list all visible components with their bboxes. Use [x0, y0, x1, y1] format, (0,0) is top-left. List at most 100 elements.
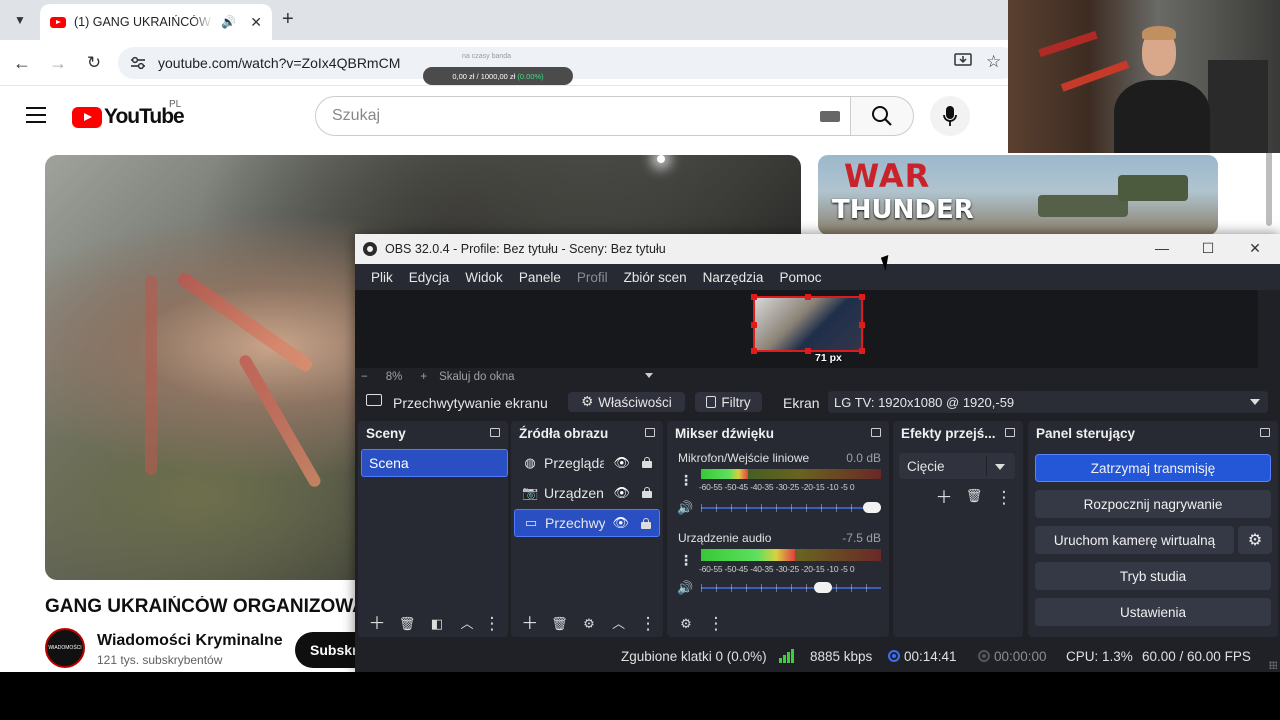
undock-icon[interactable]: [1260, 428, 1270, 437]
properties-button[interactable]: ⚙ Właściwości: [568, 392, 685, 412]
rec-time: 00:00:00: [994, 649, 1047, 664]
source-item-screen-capture[interactable]: ▭ Przechwytywanie ekranu 👁: [514, 509, 660, 537]
back-arrow-icon[interactable]: ←: [11, 52, 33, 74]
eye-icon[interactable]: 👁: [613, 455, 630, 471]
browser-tab-youtube[interactable]: (1) GANG UKRAIŃCÓW ORGANIZOWAŁ 🔊 ✕: [40, 4, 272, 40]
zoom-mode[interactable]: Skaluj do okna: [433, 371, 520, 383]
preview-canvas[interactable]: 71 px: [355, 290, 1258, 368]
screen-select[interactable]: LG TV: 1920x1080 @ 1920,-59: [828, 391, 1268, 413]
tab-search-chevron-icon[interactable]: ▼: [8, 8, 32, 32]
trash-icon[interactable]: 🗑: [959, 489, 989, 506]
move-up-icon[interactable]: ︿: [604, 617, 634, 630]
add-scene-icon[interactable]: ＋: [362, 615, 392, 632]
studio-mode-button[interactable]: Tryb studia: [1035, 562, 1271, 590]
forward-arrow-icon[interactable]: →: [47, 52, 69, 74]
resize-grip-icon[interactable]: [1269, 661, 1277, 669]
channel-db: -7.5 dB: [842, 531, 881, 545]
source-item-browser[interactable]: ◍ Przeglądarka 👁: [514, 449, 660, 477]
zoom-out-button[interactable]: −: [355, 371, 374, 383]
zoom-in-button[interactable]: +: [414, 371, 433, 383]
filters-button[interactable]: Filtry: [695, 392, 762, 412]
minimize-icon[interactable]: —: [1152, 240, 1172, 256]
zoom-dropdown-chevron-icon[interactable]: [645, 373, 653, 378]
source-item-video-device[interactable]: 📷 Urządzenie przechwytywania wideo 👁: [514, 479, 660, 507]
scene-item[interactable]: Scena: [361, 449, 508, 477]
audio-meter: [701, 549, 881, 561]
menu-profil[interactable]: Profil: [569, 270, 616, 285]
keyboard-icon[interactable]: [820, 111, 840, 122]
site-info-icon[interactable]: [128, 53, 148, 73]
more-options-icon[interactable]: ⋮: [633, 615, 663, 632]
channel-menu-icon[interactable]: ⋮: [679, 473, 693, 487]
menu-panele[interactable]: Panele: [511, 270, 569, 285]
close-icon[interactable]: ✕: [1245, 240, 1265, 257]
lock-icon[interactable]: [642, 487, 652, 498]
voice-search-button[interactable]: [930, 96, 970, 136]
meter-scale: -60-55 -50-45 -40-35 -30-25 -20-15 -10 -…: [699, 564, 855, 574]
menu-zbior-scen[interactable]: Zbiór scen: [616, 270, 695, 285]
transitions-dock: Efekty przejś... Cięcie ＋ 🗑 ⋮: [893, 421, 1023, 637]
menu-plik[interactable]: Plik: [363, 270, 401, 285]
obs-logo-icon: [363, 242, 377, 256]
menu-edycja[interactable]: Edycja: [401, 270, 458, 285]
rec-time-wrap: 00:00:00: [978, 649, 1047, 664]
menu-pomoc[interactable]: Pomoc: [771, 270, 829, 285]
more-options-icon[interactable]: ⋮: [482, 615, 502, 632]
page-scrollbar[interactable]: [1266, 150, 1272, 226]
move-up-icon[interactable]: ︿: [452, 617, 482, 630]
maximize-icon[interactable]: ☐: [1198, 240, 1218, 257]
channel-name[interactable]: Wiadomości Kryminalne: [97, 632, 283, 650]
lock-icon[interactable]: [641, 518, 651, 529]
eye-icon[interactable]: 👁: [612, 515, 629, 531]
chevron-down-icon: [995, 464, 1005, 470]
add-transition-icon[interactable]: ＋: [929, 489, 959, 506]
volume-slider[interactable]: [701, 582, 881, 593]
install-app-icon[interactable]: [954, 52, 972, 73]
menu-narzedzia[interactable]: Narzędzia: [695, 270, 772, 285]
youtube-logo[interactable]: YouTube: [72, 105, 185, 129]
obs-titlebar[interactable]: OBS 32.0.4 - Profile: Bez tytułu - Sceny…: [355, 234, 1280, 264]
undock-icon[interactable]: [490, 428, 500, 437]
bookmark-star-icon[interactable]: ☆: [986, 52, 1001, 72]
mixer-title: Mikser dźwięku: [675, 425, 775, 441]
more-options-icon[interactable]: ⋮: [701, 615, 731, 632]
more-options-icon[interactable]: ⋮: [989, 489, 1019, 506]
tab-close-icon[interactable]: ✕: [250, 14, 262, 31]
add-source-icon[interactable]: ＋: [515, 615, 545, 632]
ad-title-line2: THUNDER: [832, 195, 974, 225]
meter-scale: -60-55 -50-45 -40-35 -30-25 -20-15 -10 -…: [699, 482, 855, 492]
sources-dock: Źródła obrazu ◍ Przeglądarka 👁 📷 Urządze…: [511, 421, 663, 637]
speaker-icon[interactable]: 🔊: [221, 15, 236, 29]
speaker-icon[interactable]: 🔊: [677, 580, 693, 596]
menu-hamburger-icon[interactable]: [26, 107, 46, 128]
bitrate: 8885 kbps: [810, 649, 873, 664]
ad-banner[interactable]: WAR THUNDER: [818, 155, 1218, 235]
reload-icon[interactable]: ↻: [83, 52, 105, 74]
stop-streaming-button[interactable]: Zatrzymaj transmisję: [1035, 454, 1271, 482]
camera-icon: 📷: [522, 485, 539, 500]
start-virtual-camera-button[interactable]: Uruchom kamerę wirtualną: [1035, 526, 1234, 554]
search-button[interactable]: [851, 96, 914, 136]
scene-filters-icon[interactable]: ◧: [422, 617, 452, 630]
virtual-camera-gear-icon[interactable]: ⚙: [1238, 526, 1272, 554]
undock-icon[interactable]: [1005, 428, 1015, 437]
trash-icon[interactable]: 🗑: [545, 617, 575, 630]
lock-icon[interactable]: [642, 457, 652, 468]
speaker-icon[interactable]: 🔊: [677, 500, 693, 516]
transition-select[interactable]: Cięcie: [899, 453, 1015, 479]
gear-icon[interactable]: ⚙: [574, 617, 604, 630]
channel-menu-icon[interactable]: ⋮: [679, 553, 693, 567]
new-tab-button[interactable]: +: [282, 8, 294, 31]
preview-thumbnail[interactable]: [751, 294, 865, 354]
trash-icon[interactable]: 🗑: [392, 617, 422, 630]
undock-icon[interactable]: [645, 428, 655, 437]
start-recording-button[interactable]: Rozpocznij nagrywanie: [1035, 490, 1271, 518]
search-input[interactable]: Szukaj: [315, 96, 851, 136]
gear-icon[interactable]: ⚙: [671, 617, 701, 630]
settings-button[interactable]: Ustawienia: [1035, 598, 1271, 626]
undock-icon[interactable]: [871, 428, 881, 437]
volume-slider[interactable]: [701, 502, 881, 513]
menu-widok[interactable]: Widok: [457, 270, 511, 285]
eye-icon[interactable]: 👁: [613, 485, 630, 501]
channel-avatar[interactable]: WIADOMOŚCI: [45, 628, 85, 668]
